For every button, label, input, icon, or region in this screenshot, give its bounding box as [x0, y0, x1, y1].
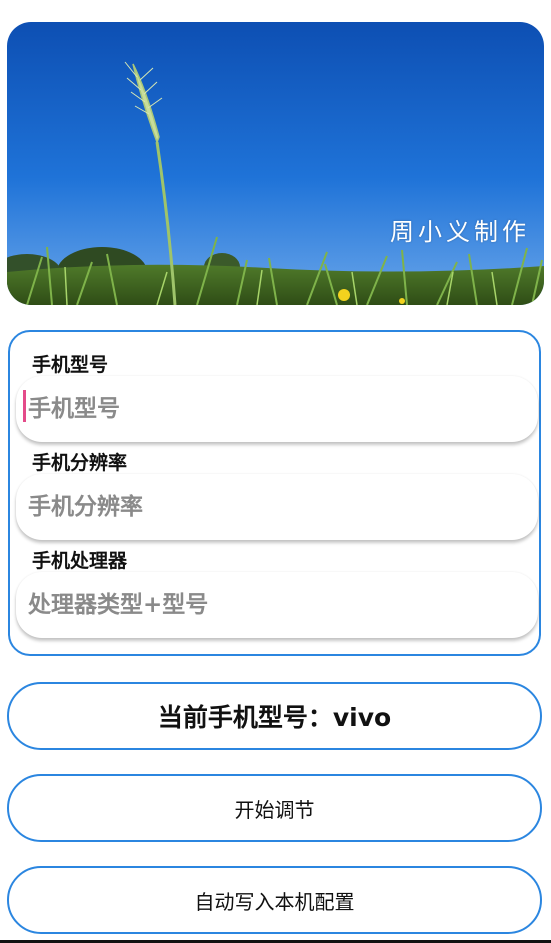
grass-sky-illustration	[7, 22, 544, 305]
resolution-label: 手机分辨率	[32, 452, 128, 474]
model-input[interactable]	[16, 376, 538, 442]
phone-config-form: 手机型号 手机分辨率 手机处理器	[8, 330, 541, 656]
auto-write-config-button[interactable]: 自动写入本机配置	[7, 866, 542, 934]
current-model-display: 当前手机型号：vivo	[7, 682, 542, 750]
processor-input[interactable]	[16, 572, 538, 638]
app-screen: 周小义制作 手机型号 手机分辨率 手机处理器 当前手机型号：vivo 开始调节 …	[0, 0, 551, 943]
start-adjust-button[interactable]: 开始调节	[7, 774, 542, 842]
model-label: 手机型号	[32, 354, 109, 376]
text-cursor	[23, 390, 26, 422]
banner-caption: 周小义制作	[390, 218, 530, 246]
banner-image: 周小义制作	[7, 22, 544, 305]
processor-label: 手机处理器	[32, 550, 128, 572]
resolution-input[interactable]	[16, 474, 538, 540]
